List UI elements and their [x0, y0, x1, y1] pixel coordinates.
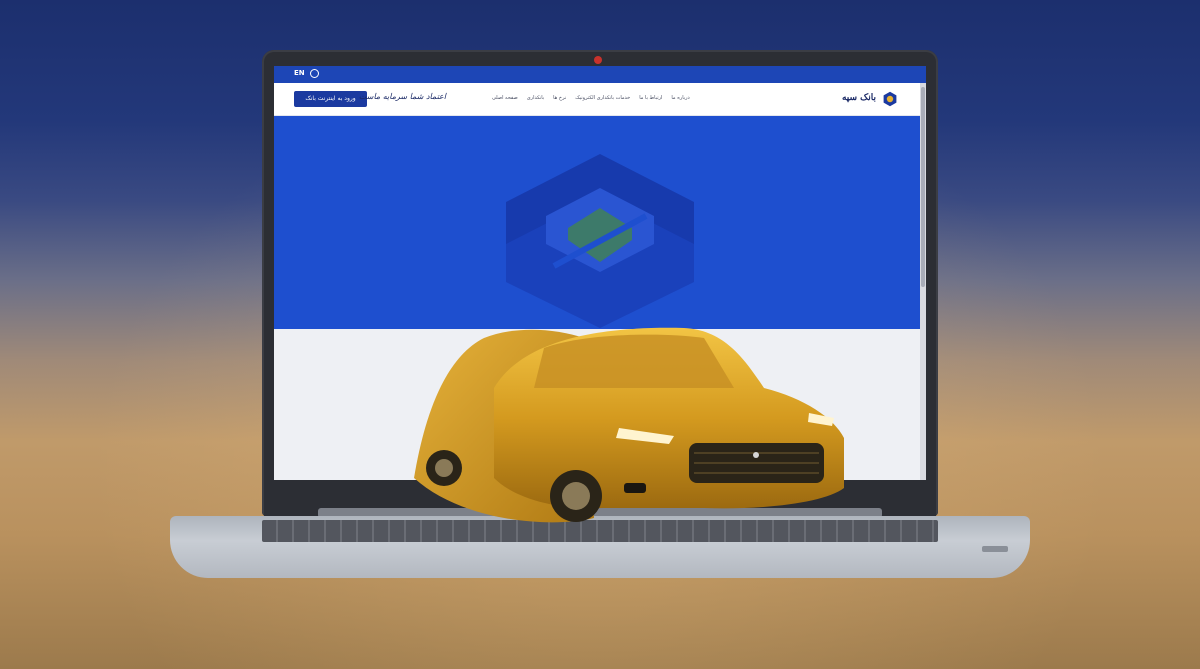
menu-item-rates[interactable]: نرخ ها — [553, 95, 566, 105]
main-menu: صفحه اصلی بانکداری نرخ ها خدمات بانکداری… — [492, 95, 802, 105]
scrollbar-thumb[interactable] — [921, 87, 925, 287]
menu-item-banking[interactable]: بانکداری — [527, 95, 544, 105]
brand-link[interactable]: بانک سپه — [804, 89, 904, 109]
menu-item-e-banking[interactable]: خدمات بانکداری الکترونیک — [575, 95, 630, 105]
menu-item-contact[interactable]: ارتباط با ما — [639, 95, 662, 105]
covered-gold-car-illustration — [414, 327, 844, 523]
search-icon[interactable] — [310, 69, 319, 78]
webcam-indicator — [594, 56, 602, 64]
page-scrollbar[interactable] — [920, 83, 926, 480]
hexagon-logo-icon — [506, 154, 694, 328]
hexagon-logo-icon — [883, 91, 897, 107]
language-toggle[interactable]: EN — [294, 69, 305, 77]
internet-bank-login-button[interactable]: ورود به اینترنت بانک — [294, 91, 367, 107]
menu-item-home[interactable]: صفحه اصلی — [492, 95, 518, 105]
hero-banner — [274, 116, 920, 329]
site-slogan: اعتماد شما سرمایه ماست — [358, 92, 446, 101]
brand-name: بانک سپه — [841, 93, 876, 103]
site-header: ورود به اینترنت بانک اعتماد شما سرمایه م… — [274, 83, 920, 116]
top-utility-bar: EN — [274, 66, 926, 83]
menu-item-about[interactable]: درباره ما — [671, 95, 689, 105]
brand-badge — [982, 546, 1008, 552]
